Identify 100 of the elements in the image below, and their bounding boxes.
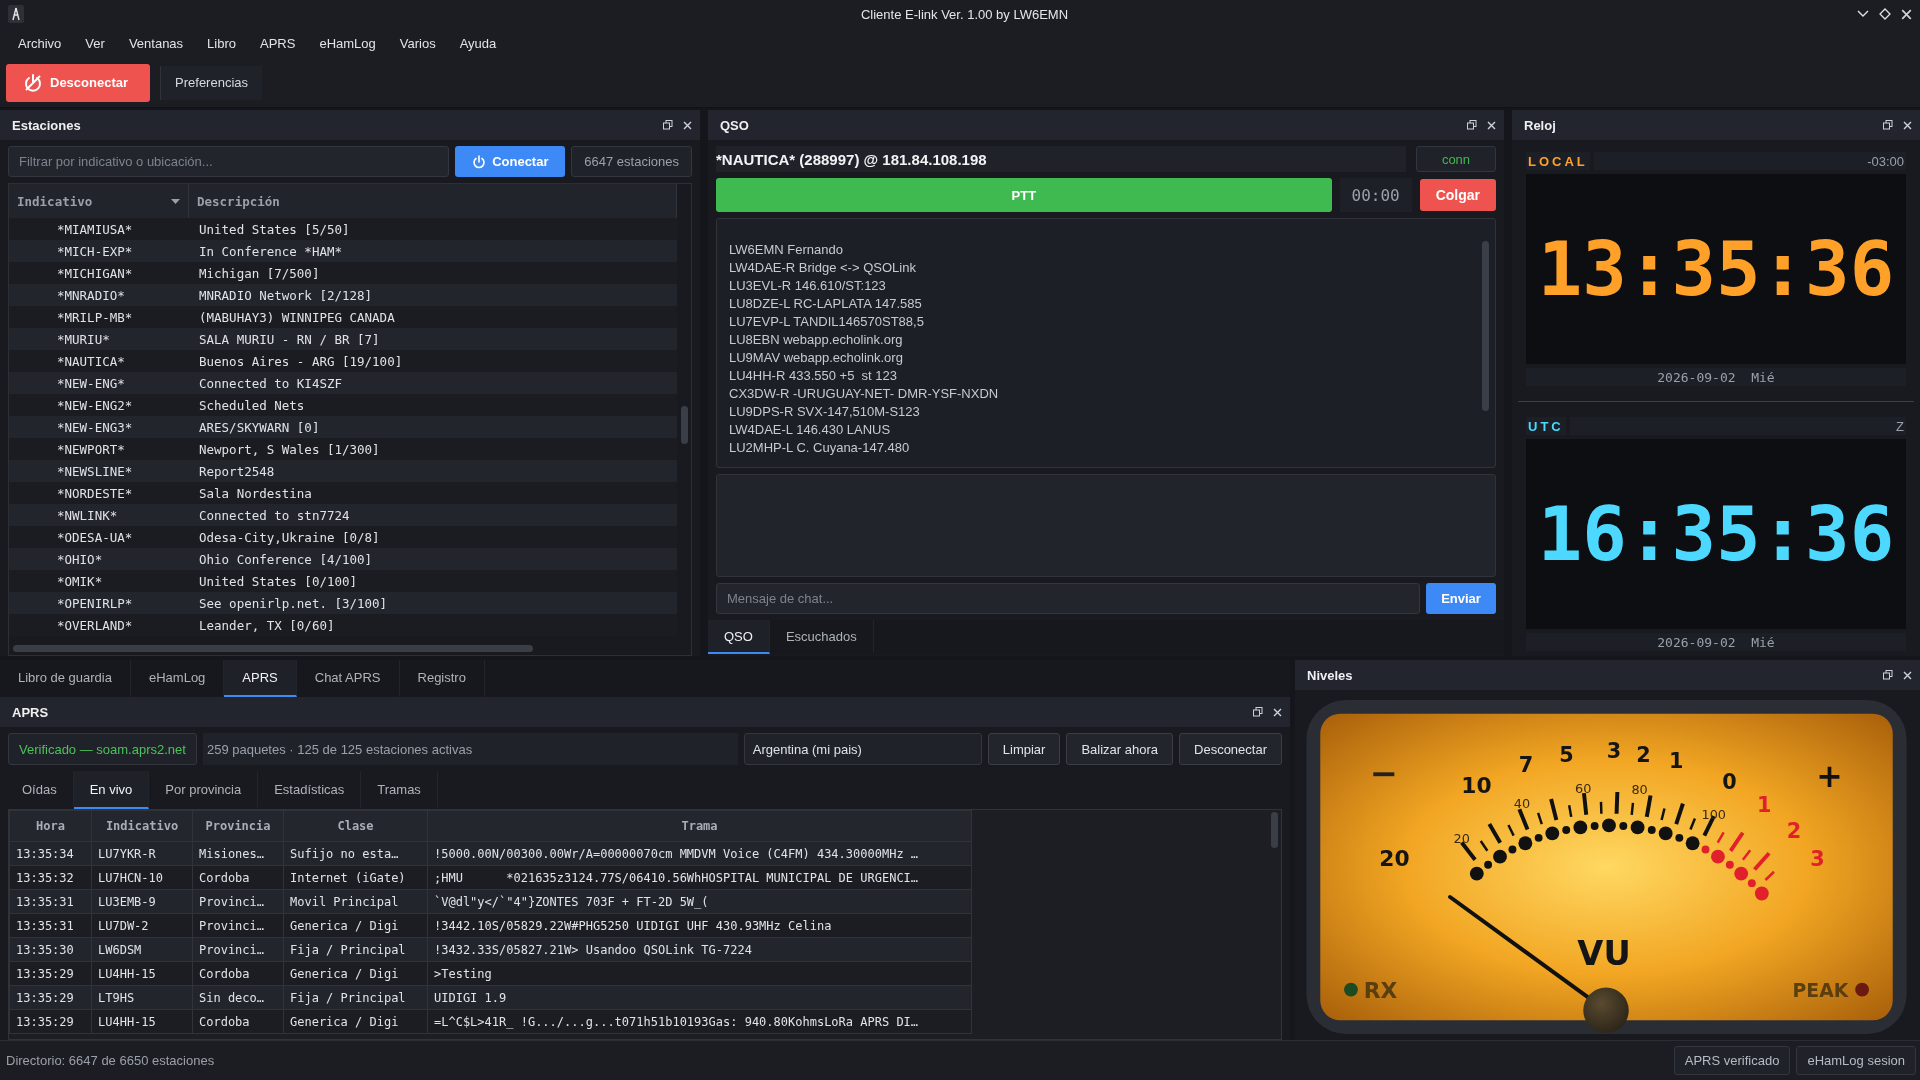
station-row[interactable]: *NWLINK* Connected to stn7724 xyxy=(9,504,677,526)
scrollbar[interactable] xyxy=(681,406,688,444)
table-cell: LU7YKR-R xyxy=(91,841,193,866)
station-row[interactable]: *MICH-EXP* In Conference *HAM* xyxy=(9,240,677,262)
participant: CX3DW-R -URUGUAY-NET- DMR-YSF-NXDN xyxy=(729,385,1000,403)
table-cell: ;HMU *021635z3124.77S/06410.56WhHOSPITAL MUNICIPAL DE URGENCI… xyxy=(427,865,972,890)
action-button[interactable]: Desconectar xyxy=(1179,733,1282,765)
table-cell-text: *NWLINK* xyxy=(56,507,119,523)
chat-input[interactable]: Mensaje de chat... xyxy=(716,583,1420,614)
scale-label: 2 xyxy=(1636,743,1651,768)
tab[interactable]: Escuchados xyxy=(769,620,874,654)
table-cell-text: *OHIO* xyxy=(56,551,104,567)
table-cell: LT9HS xyxy=(91,985,193,1010)
participant: LU7EVP-L TANDIL146570ST88,5 xyxy=(729,313,925,331)
station-row[interactable]: *OHIO* Ohio Conference [4/100] xyxy=(9,548,677,570)
float-icon[interactable] xyxy=(1883,670,1893,680)
maximize-icon[interactable] xyxy=(1879,8,1891,20)
tab[interactable]: APRS xyxy=(224,660,297,697)
table-cell-text: *NEWPORT* xyxy=(56,441,126,457)
table-cell-text: *NEW-ENG3* xyxy=(56,419,134,435)
float-icon[interactable] xyxy=(1467,120,1477,130)
clock-label: LOCAL xyxy=(1526,152,1590,170)
table-cell: 13:35:31 xyxy=(9,889,92,914)
scale-label: 3 xyxy=(1606,739,1622,764)
scale-label: 100 xyxy=(1701,806,1727,822)
table-cell: Internet (iGate) xyxy=(283,865,428,890)
menu-item[interactable]: Ayuda xyxy=(449,31,507,55)
scrollbar[interactable] xyxy=(1482,241,1489,411)
station-row[interactable]: *OPENIRLP* See openirlp.net. [3/100] xyxy=(9,592,677,614)
table-cell: Movil Principal xyxy=(283,889,428,914)
scale-label: 60 xyxy=(1575,780,1592,796)
tab[interactable]: En vivo xyxy=(73,771,150,809)
column-header[interactable]: Hora xyxy=(9,810,92,842)
float-icon[interactable] xyxy=(663,120,673,130)
close-icon[interactable] xyxy=(1903,120,1912,130)
clock-time: 13:35:36 xyxy=(1537,232,1895,306)
float-icon[interactable] xyxy=(1253,707,1263,717)
filter-field[interactable]: Filtrar por indicativo o ubicación... xyxy=(8,146,450,177)
close-icon[interactable] xyxy=(1903,670,1912,680)
table-cell: LU4HH-15 xyxy=(91,1009,193,1034)
station-row[interactable]: *MURIU* SALA MURIU - RN / BR [7] xyxy=(9,328,677,350)
column-header[interactable]: Trama xyxy=(427,810,972,842)
scale-label: 1 xyxy=(1757,792,1772,817)
menu-item[interactable]: Ventanas xyxy=(118,31,194,55)
panel-title: APRS xyxy=(12,704,49,720)
menu-item[interactable]: Varios xyxy=(389,31,446,55)
region-select[interactable]: Argentina (mi pais) xyxy=(743,733,982,765)
table-cell-text: SALA MURIU - RN / BR [7] xyxy=(198,331,381,347)
close-icon[interactable] xyxy=(1273,707,1282,717)
action-button[interactable]: Balizar ahora xyxy=(1066,733,1173,765)
menu-item[interactable]: eHamLog xyxy=(309,31,386,55)
table-cell-text: *NEW-ENG2* xyxy=(56,397,134,413)
utc-offset: -03:00 xyxy=(1593,152,1906,170)
station-row[interactable]: *MNRADIO* MNRADIO Network [2/128] xyxy=(9,284,677,306)
menu-item[interactable]: Archivo xyxy=(8,31,72,55)
close-icon[interactable] xyxy=(683,120,692,130)
table-cell-text: Report2548 xyxy=(198,463,276,479)
station-row[interactable]: *NEWSLINE* Report2548 xyxy=(9,460,677,482)
table-cell: Generica / Digi xyxy=(283,913,428,938)
scrollbar[interactable] xyxy=(1271,812,1278,848)
tab[interactable]: QSO xyxy=(708,620,770,654)
table-cell-text: *OMIK* xyxy=(56,573,104,589)
station-row[interactable]: *NEW-ENG3* ARES/SKYWARN [0] xyxy=(9,416,677,438)
table-cell-text: Scheduled Nets xyxy=(198,397,306,413)
table-cell: Fija / Principal xyxy=(283,937,428,962)
menu-item[interactable]: Libro xyxy=(197,31,246,55)
column-header[interactable]: Provincia xyxy=(192,810,284,842)
table-cell-text: Ohio Conference [4/100] xyxy=(198,551,374,567)
column-header[interactable]: Indicativo xyxy=(91,810,193,842)
close-icon[interactable] xyxy=(1901,8,1912,20)
menu-item[interactable]: Ver xyxy=(75,31,115,55)
packet-stats: 259 paquetes · 125 de 125 estaciones activas xyxy=(202,733,738,765)
power-off-icon xyxy=(24,73,42,92)
station-title: *NAUTICA* (288997) @ 181.84.108.198 xyxy=(716,146,1406,172)
peak-label: PEAK xyxy=(1792,980,1849,1002)
scale-label: 3 xyxy=(1810,847,1825,871)
menu-item[interactable]: APRS xyxy=(250,31,306,55)
table-cell-text: Newport, S Wales [1/300] xyxy=(198,441,381,457)
table-cell-text: In Conference *HAM* xyxy=(198,243,343,259)
minimize-icon[interactable] xyxy=(1857,10,1869,18)
timer: 00:00 xyxy=(1339,178,1412,212)
scrollbar[interactable] xyxy=(13,645,533,652)
float-icon[interactable] xyxy=(1883,120,1893,130)
preferences-button[interactable]: Preferencias xyxy=(160,65,263,100)
table-cell-text: *MRILP-MB* xyxy=(56,309,134,325)
table-cell: !3432.33S/05827.21W> Usandoo QSOLink TG-7224 xyxy=(427,937,972,962)
participant: LW4DAE-L 146.430 LANUS xyxy=(729,421,892,439)
app-icon xyxy=(8,5,24,23)
column-header[interactable]: Clase xyxy=(283,810,428,842)
action-button[interactable]: Limpiar xyxy=(987,733,1061,765)
scale-label: 0 xyxy=(1722,769,1737,794)
table-cell-text: *NAUTICA* xyxy=(56,353,126,369)
table-cell: =L^C$L>41R_ !G.../...g...t071h51b10193Gas: 940.80KohmsLoRa APRS DI… xyxy=(427,1009,972,1034)
station-row[interactable]: *NEW-ENG* Connected to KI4SZF xyxy=(9,372,677,394)
scale-label: 20 xyxy=(1379,846,1410,871)
table-cell-text: Odesa-City,Ukraine [0/8] xyxy=(198,529,381,545)
scale-label: 10 xyxy=(1461,772,1492,798)
table-cell: Provinci… xyxy=(192,937,284,962)
table-cell: 13:35:29 xyxy=(9,961,92,986)
close-icon[interactable] xyxy=(1487,120,1496,130)
